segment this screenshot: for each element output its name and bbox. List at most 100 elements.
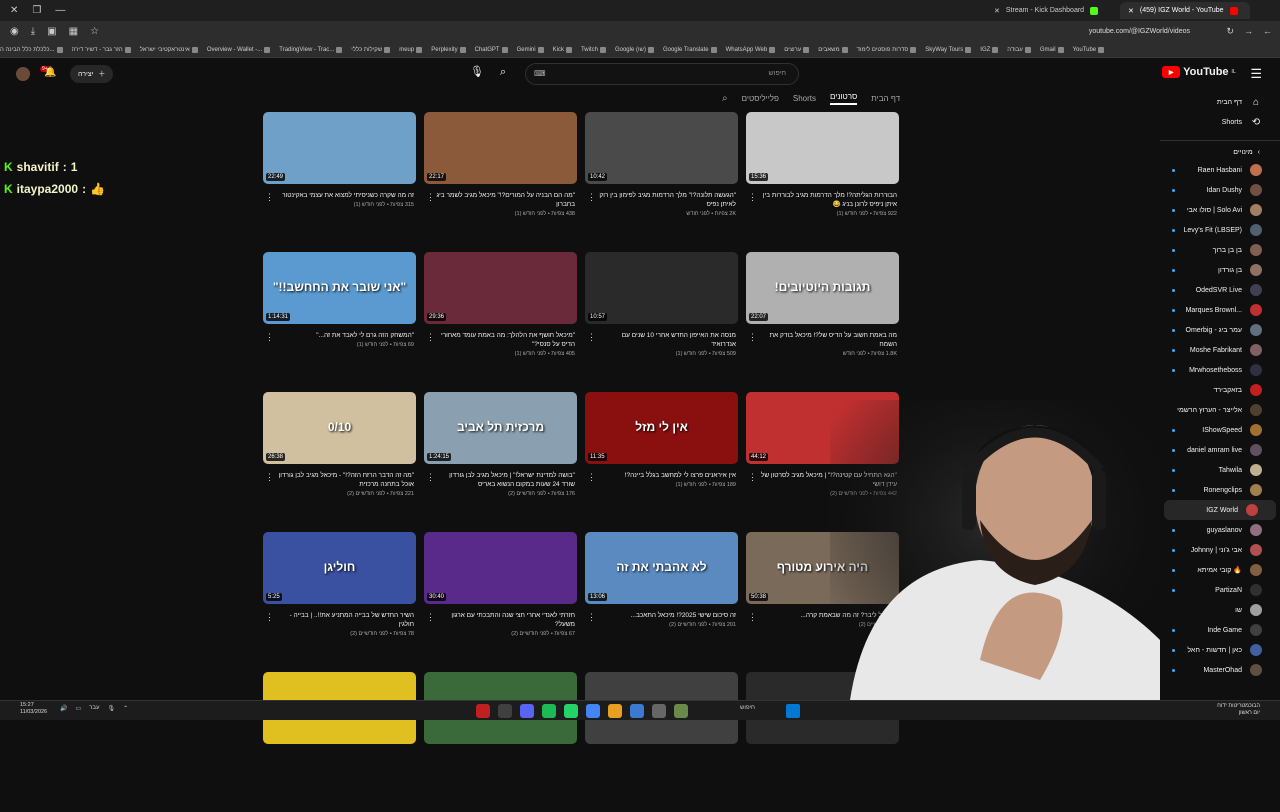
video-card[interactable]: לא אהבתי את זה 13:06 זה סיכום שישי 2025?! … [585,532,738,672]
close-tab-icon[interactable]: ✕ [994,7,1000,15]
channel-search-icon[interactable]: ⌕ [722,93,728,104]
video-title[interactable]: אין איראנים פרצו לי למחשב בגלל ביינה?! [585,471,738,480]
video-title[interactable]: "המשחק הזה גרם לי לאבד את זה..." [263,331,416,340]
video-title[interactable]: זה סיכום שישי 2025?! מיכאל התאכב... [585,611,738,620]
video-title[interactable]: "מה הם הבניה על המורים?!" מיכאל מגיב לשמ… [424,191,577,209]
bookmark-item[interactable]: משאבים [818,46,848,53]
app-icon[interactable] [498,704,512,718]
video-thumbnail[interactable]: לא אהבתי את זה 13:06 [585,532,738,604]
create-button[interactable]: יצירה ＋ [70,65,114,83]
close-window-icon[interactable]: ✕ [10,5,18,16]
bookmark-item[interactable]: Kick [553,46,572,53]
video-thumbnail[interactable]: 10:42 [585,112,738,184]
sidebar-item-subscription[interactable]: PartizaN [1160,580,1280,600]
sidebar-item-subscription[interactable]: daniel amram live [1160,440,1280,460]
sidebar-item-subscription[interactable]: IGZ World [1164,500,1276,520]
bookmark-item[interactable]: Twitch [581,46,606,53]
sidebar-item-subscription[interactable]: Ronengclips [1160,480,1280,500]
more-options-icon[interactable]: ⋮ [748,612,757,623]
sidebar-item-subscription[interactable]: בן בן ברוך [1160,240,1280,260]
more-options-icon[interactable]: ⋮ [426,332,435,343]
youtube-logo[interactable]: ▶ YouTube IL [1162,66,1236,78]
video-thumbnail[interactable]: 0/10 26:38 [263,392,416,464]
url-field[interactable]: youtube.com/@IGZWorld/videos [1089,28,1190,35]
bookmark-item[interactable]: סדרות פוסטים לימוד [857,46,917,53]
app-icon[interactable] [652,704,666,718]
sidebar-item-subscription[interactable]: אלייצר - הערוץ הרשמי [1160,400,1280,420]
video-thumbnail[interactable]: 22:49 [263,112,416,184]
mic-tray-icon[interactable]: 🎙 [107,705,115,712]
network-icon[interactable]: ▭ [75,705,81,712]
sidebar-item-subscription[interactable]: בן גורדון [1160,260,1280,280]
video-card[interactable]: 0/10 26:38 "מה זה הדבר הרזח הזה?!" - מיכאל… [263,392,416,532]
bookmark-item[interactable]: Gemini [517,46,544,53]
video-card[interactable]: אין לי מזל 11:35 אין איראנים פרצו לי למחשב… [585,392,738,532]
bookmark-item[interactable]: כלכלת כלל הבינה ה... [0,46,63,53]
bookmark-item[interactable]: ChatGPT [475,46,508,53]
more-options-icon[interactable]: ⋮ [426,192,435,203]
more-options-icon[interactable]: ⋮ [748,192,757,203]
sidebar-item-subscription[interactable]: קובי אמיתא 🔥 [1160,560,1280,580]
tab-playlists[interactable]: פלייליסטים [742,94,779,103]
bookmark-item[interactable]: Google (שו) [615,46,654,53]
bookmark-item[interactable]: שקילות כללי [351,46,391,53]
video-title[interactable]: "מה זה הדבר הרזח הזה?!" - מיכאל מגיב לבן… [263,471,416,489]
video-card[interactable] [585,672,738,812]
video-card[interactable]: "אני שובר את החחשב!!" 1:14:31 "המשחק הזה ג… [263,252,416,392]
bookmark-item[interactable]: הזר גבר - דשיר דירה [72,46,131,53]
video-card[interactable]: 10:42 "הגעשה תלונה?!" מלך הרדמות מגיב לפי… [585,112,738,252]
taskbar-notification[interactable]: הבוכמטריטות ידוח יום ראשון [1217,703,1260,717]
tab-home[interactable]: דף הבית [871,94,900,103]
sidebar-item-subscription[interactable]: Marques Brownl... [1160,300,1280,320]
minimize-window-icon[interactable]: — [55,5,65,16]
windows-start-icon[interactable] [786,704,800,718]
video-thumbnail[interactable]: מרכזית תל אביב 1:24:15 [424,392,577,464]
extension-icon[interactable]: ▦ [69,26,78,37]
close-tab-icon[interactable]: ✕ [1128,7,1134,15]
tab-kick-dashboard[interactable]: ✕ Stream - Kick Dashboard [986,2,1116,19]
more-options-icon[interactable]: ⋮ [748,332,757,343]
sidebar-item-subscription[interactable]: Raen Hasbani [1160,160,1280,180]
bookmark-item[interactable]: YouTube [1073,46,1105,53]
app-icon[interactable] [476,704,490,718]
tab-videos[interactable]: סרטונים [830,92,858,105]
more-options-icon[interactable]: ⋮ [587,612,596,623]
bookmark-item[interactable]: WhatsApp Web [726,46,776,53]
more-options-icon[interactable]: ⋮ [587,472,596,483]
video-title[interactable]: "מיכאל חושף את הלהלך: מה באמת עומד מאחור… [424,331,577,349]
taskbar-search[interactable]: חיפוש [740,705,755,711]
sidebar-item-subscription[interactable]: guyaslanov [1160,520,1280,540]
app-icon[interactable] [630,704,644,718]
video-thumbnail[interactable]: 30:40 [424,532,577,604]
sidebar-item-subscription[interactable]: כאן | חדשות - חאל [1160,640,1280,660]
video-title[interactable]: "הגעשה תלונה?!" מלך הרדמות מגיב לפימון ב… [585,191,738,209]
bookmark-item[interactable]: meup [399,46,423,53]
video-card[interactable]: 10:57 מנסה את האייפון החדש אחרי 10 שנים ע… [585,252,738,392]
bookmark-star-icon[interactable]: ☆ [90,26,99,37]
video-card[interactable]: חוליגן 5:25 השיר החדש של בבייה המתניע את!!… [263,532,416,672]
video-title[interactable]: חזרתי לאנדי אחרי חצי שנה והתבכתי עם ארגו… [424,611,577,629]
video-thumbnail[interactable]: 15:36 [746,112,899,184]
restore-window-icon[interactable]: ❐ [32,5,41,16]
video-card[interactable] [424,672,577,812]
video-title[interactable]: מנסה את האייפון החדש אחרי 10 שנים עם אנד… [585,331,738,349]
more-options-icon[interactable]: ⋮ [587,332,596,343]
sidebar-item-subscription[interactable]: Omerbig - עמר ביג [1160,320,1280,340]
app-icon[interactable] [674,704,688,718]
download-icon[interactable]: ⤓ [31,26,35,37]
sidebar-item-subscription[interactable]: שו [1160,600,1280,620]
sidebar-item-home[interactable]: דף הבית ⌂ [1160,92,1280,112]
bookmark-item[interactable]: עבודה [1007,46,1031,53]
sidebar-item-subscription[interactable]: Inde Game [1160,620,1280,640]
chevron-up-icon[interactable]: ⌃ [123,705,128,712]
video-card[interactable]: תגובות היוטיובים! 22:07 מה באמת חשוב על הד… [746,252,899,392]
sidebar-item-subscription[interactable]: Johnny | אבי ג'וני [1160,540,1280,560]
sidebar-item-subscription[interactable]: OdedSVR Live [1160,280,1280,300]
video-thumbnail[interactable]: "אני שובר את החחשב!!" 1:14:31 [263,252,416,324]
back-icon[interactable]: ← [1263,26,1272,37]
bookmark-item[interactable]: Google Translate [663,46,717,53]
microphone-icon[interactable]: 🎙 [470,65,486,81]
bookmark-item[interactable]: אינטראקטיבי ישראל [140,46,198,53]
sidebar-item-subscription[interactable]: Tahwila [1160,460,1280,480]
language-indicator[interactable]: עבר [89,705,99,712]
